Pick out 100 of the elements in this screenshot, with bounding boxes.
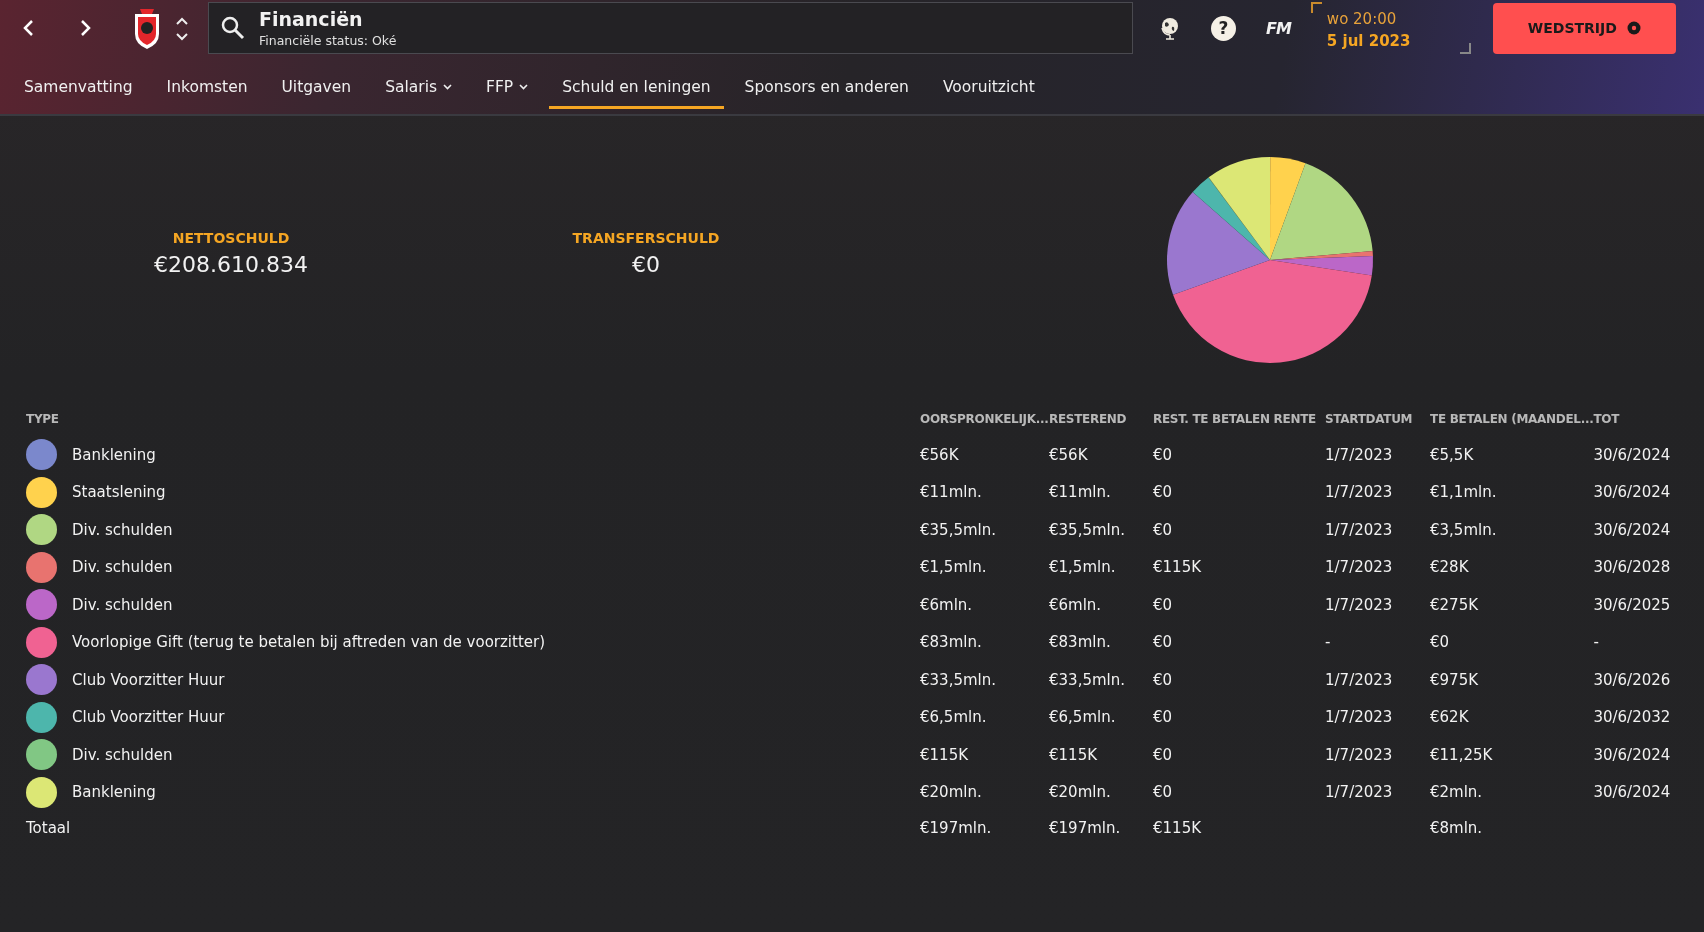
logo-text[interactable]: FM: [1266, 18, 1291, 38]
table-cell: €3,5mln.: [1430, 520, 1497, 539]
table-cell: 30/6/2024: [1593, 483, 1671, 502]
match-button[interactable]: WEDSTRIJD: [1492, 2, 1676, 54]
tab[interactable]: FFP: [473, 72, 542, 109]
column-header[interactable]: STARTDATUM: [1325, 412, 1413, 426]
table-cell: Club Voorzitter Huur: [72, 708, 225, 727]
table-cell: 30/6/2024: [1593, 783, 1671, 802]
tab[interactable]: Uitgaven: [268, 72, 365, 109]
table-cell: Staatslening: [72, 483, 166, 502]
table-cell: €0: [1153, 633, 1173, 652]
column-header[interactable]: TYPE: [26, 412, 59, 426]
table-cell: Div. schulden: [72, 558, 173, 577]
table-cell: -: [1593, 633, 1599, 652]
tab[interactable]: Sponsors en anderen: [731, 72, 922, 109]
search-icon: [221, 16, 245, 40]
column-header[interactable]: TOT: [1593, 412, 1620, 426]
column-header[interactable]: REST. TE BETALEN RENTE: [1153, 412, 1316, 426]
table-cell: €1,5mln.: [920, 558, 987, 577]
globe-icon[interactable]: [1159, 16, 1181, 40]
table-cell: €0: [1153, 745, 1173, 764]
stat-label: TRANSFERSCHULD: [572, 229, 720, 246]
column-header[interactable]: RESTEREND: [1049, 412, 1127, 426]
table-cell: €33,5mln.: [920, 670, 996, 689]
table-cell: €275K: [1430, 595, 1478, 614]
stat-value: €0: [632, 251, 660, 277]
help-button[interactable]: ?: [1211, 15, 1236, 41]
table-cell: 30/6/2026: [1593, 670, 1671, 689]
table-cell: 1/7/2023: [1325, 708, 1393, 727]
table-cell: €0: [1153, 483, 1173, 502]
day-time-text: wo 20:00: [1326, 10, 1398, 28]
stat-value: €208.610.834: [154, 251, 308, 277]
table-cell: 30/6/2024: [1593, 745, 1671, 764]
table-cell: 1/7/2023: [1325, 445, 1393, 464]
page-title: Financiën: [259, 8, 364, 30]
column-header[interactable]: TE BETALEN (MAANDEL...: [1430, 412, 1594, 426]
table-cell: 30/6/2032: [1593, 708, 1671, 727]
table-cell: €35,5mln.: [1049, 520, 1125, 539]
table-cell: €115K: [1049, 745, 1097, 764]
table-cell: €11,25K: [1430, 745, 1493, 764]
table-cell: €56K: [920, 445, 959, 464]
table-cell: 30/6/2025: [1593, 595, 1671, 614]
ball-icon: [1626, 21, 1641, 35]
table-cell: €1,5mln.: [1049, 558, 1116, 577]
table-cell: €115K: [920, 745, 968, 764]
table-cell: 1/7/2023: [1325, 558, 1393, 577]
table-cell: 1/7/2023: [1325, 670, 1393, 689]
shield-crest-icon: [132, 6, 162, 50]
table-cell: €11mln.: [1049, 483, 1111, 502]
column-header[interactable]: OORSPRONKELIJK...: [920, 412, 1049, 426]
table-cell: €6,5mln.: [1049, 708, 1116, 727]
table-cell: Banklening: [72, 783, 156, 802]
tab[interactable]: Vooruitzicht: [929, 72, 1048, 109]
table-cell: Div. schulden: [72, 745, 173, 764]
table-cell: €1,1mln.: [1430, 483, 1497, 502]
table-cell: Banklening: [72, 445, 156, 464]
table-cell: 1/7/2023: [1325, 595, 1393, 614]
status-text: Financiële status: Oké: [259, 33, 397, 48]
table-cell: €0: [1153, 670, 1173, 689]
table-cell: Club Voorzitter Huur: [72, 670, 225, 689]
date-panel[interactable]: wo 20:00 5 jul 2023: [1310, 2, 1471, 54]
table-cell: Voorlopige Gift (terug te betalen bij aftreden van de voorzitter): [72, 633, 546, 652]
table-cell: €0: [1153, 783, 1173, 802]
table-cell: €2mln.: [1430, 783, 1483, 802]
table-cell: €83mln.: [920, 633, 982, 652]
table-cell: €115K: [1153, 819, 1201, 837]
table-cell: €20mln.: [1049, 783, 1111, 802]
table-cell: €115K: [1153, 558, 1201, 577]
search-field[interactable]: Financiën Financiële status: Oké: [208, 2, 1133, 54]
table-cell: €35,5mln.: [920, 520, 996, 539]
table-cell: 30/6/2024: [1593, 520, 1671, 539]
table-cell: €0: [1153, 708, 1173, 727]
tab[interactable]: Salaris: [372, 72, 466, 109]
table-cell: €5,5K: [1430, 445, 1474, 464]
table-cell: €20mln.: [920, 783, 982, 802]
tab[interactable]: Samenvatting: [11, 72, 146, 109]
date-text: 5 jul 2023: [1326, 32, 1412, 50]
table-cell: €0: [1153, 520, 1173, 539]
table-cell: 1/7/2023: [1325, 783, 1393, 802]
table-cell: €0: [1153, 445, 1173, 464]
table-cell: €11mln.: [920, 483, 982, 502]
table-cell: €6mln.: [1049, 595, 1102, 614]
table-cell: €28K: [1430, 558, 1469, 577]
table-cell: €62K: [1430, 708, 1469, 727]
table-cell: €975K: [1430, 670, 1478, 689]
total-label: Totaal: [26, 819, 71, 837]
stat-label: NETTOSCHULD: [172, 229, 290, 246]
table-cell: €33,5mln.: [1049, 670, 1125, 689]
table-cell: Div. schulden: [72, 520, 173, 539]
tab[interactable]: Inkomsten: [153, 72, 261, 109]
table-cell: €197mln.: [920, 819, 992, 837]
table-cell: 1/7/2023: [1325, 483, 1393, 502]
table-cell: 30/6/2024: [1593, 445, 1671, 464]
table-cell: €197mln.: [1049, 819, 1121, 837]
table-cell: €8mln.: [1430, 819, 1483, 837]
table-cell: €0: [1153, 595, 1173, 614]
table-cell: €0: [1430, 633, 1450, 652]
table-cell: -: [1325, 633, 1331, 652]
tab[interactable]: Schuld en leningen: [549, 72, 724, 109]
table-cell: €6mln.: [920, 595, 973, 614]
